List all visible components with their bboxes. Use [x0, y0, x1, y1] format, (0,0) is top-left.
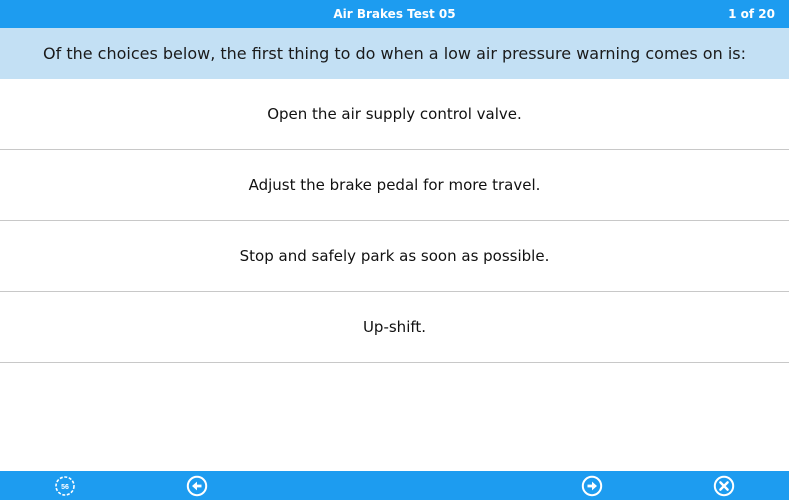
question-text: Of the choices below, the first thing to…: [43, 44, 746, 63]
header-bar: Air Brakes Test 05 1 of 20: [0, 0, 789, 28]
answer-label: Up-shift.: [362, 318, 427, 336]
next-arrow-icon: [581, 475, 603, 497]
answer-label: Open the air supply control valve.: [267, 105, 522, 123]
timer-button[interactable]: 56: [54, 475, 76, 497]
answer-label: Stop and safely park as soon as possible…: [239, 247, 550, 265]
answer-list: Open the air supply control valve. Adjus…: [0, 79, 789, 363]
previous-arrow-icon: [186, 475, 208, 497]
question-counter: 1 of 20: [728, 7, 775, 21]
timer-icon: 56: [55, 476, 75, 496]
previous-button[interactable]: [186, 475, 208, 497]
next-button[interactable]: [581, 475, 603, 497]
test-title: Air Brakes Test 05: [333, 7, 456, 21]
answer-option-4[interactable]: Up-shift.: [0, 292, 789, 363]
answer-label: Adjust the brake pedal for more travel.: [248, 176, 541, 194]
answer-option-3[interactable]: Stop and safely park as soon as possible…: [0, 221, 789, 292]
bottom-toolbar: 56: [0, 471, 789, 500]
close-icon: [713, 475, 735, 497]
answer-option-1[interactable]: Open the air supply control valve.: [0, 79, 789, 150]
answer-option-2[interactable]: Adjust the brake pedal for more travel.: [0, 150, 789, 221]
question-prompt: Of the choices below, the first thing to…: [0, 28, 789, 79]
close-button[interactable]: [713, 475, 735, 497]
timer-value: 56: [61, 484, 69, 491]
